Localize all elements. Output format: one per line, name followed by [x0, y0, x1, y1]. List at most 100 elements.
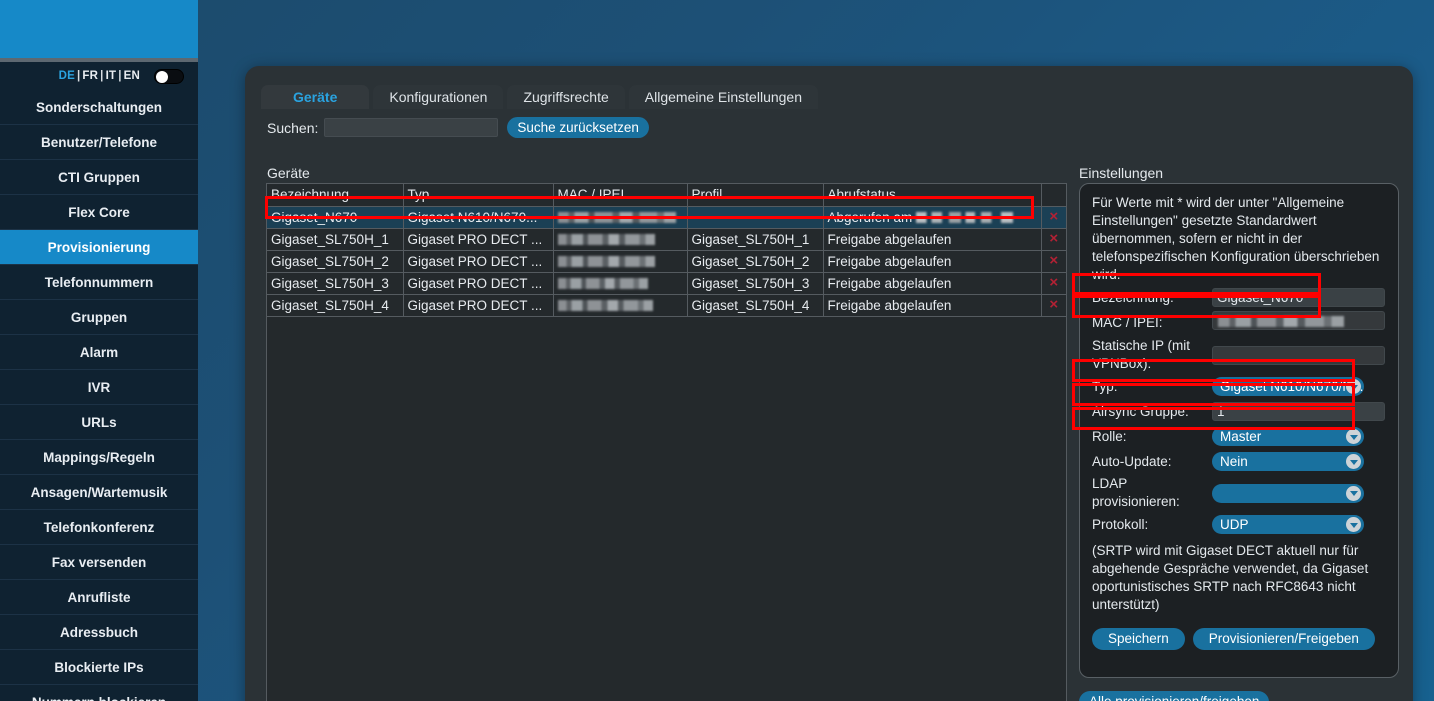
select-value: Nein — [1220, 454, 1248, 469]
language-sep-1: | — [76, 70, 81, 82]
language-it[interactable]: IT — [106, 70, 117, 82]
cell-bezeichnung: Gigaset_SL750H_2 — [267, 250, 404, 273]
sidebar-item-telefonkonferenz[interactable]: Telefonkonferenz — [0, 510, 198, 545]
language-de[interactable]: DE — [59, 70, 75, 82]
provision-release-button[interactable]: Provisionieren/Freigeben — [1192, 627, 1375, 650]
field-label: LDAP provisionieren: — [1092, 476, 1180, 509]
settings-row-airsync-gruppe: Airsync Gruppe: — [1092, 400, 1386, 423]
devices-table: Bezeichnung Typ MAC / IPEI Profil Abrufstatu… — [267, 184, 1067, 317]
field-label: Protokoll: — [1092, 516, 1149, 532]
table-row[interactable]: Gigaset_SL750H_3 Gigaset PRO DECT ... Giga… — [267, 272, 1067, 295]
table-row[interactable]: Gigaset_SL750H_1 Gigaset PRO DECT ... Giga… — [267, 228, 1067, 251]
chevron-down-icon[interactable] — [1346, 454, 1361, 469]
toggle-knob — [156, 70, 168, 83]
cell-mac-ipei — [553, 294, 688, 317]
delete-icon[interactable]: × — [1042, 295, 1067, 315]
devices-column-header[interactable]: Profil — [687, 184, 824, 207]
input-statische-ip-mit-vpnbox[interactable] — [1212, 345, 1385, 365]
input-mac-ipei[interactable] — [1212, 311, 1385, 330]
devices-column-header[interactable]: Typ — [403, 184, 554, 207]
sidebar-item-anrufliste[interactable]: Anrufliste — [0, 580, 198, 615]
provision-all-button[interactable]: Alle provisionieren/freigeben — [1079, 691, 1270, 701]
sidebar-item-ansagen-wartemusik[interactable]: Ansagen/Wartemusik — [0, 475, 198, 510]
sidebar-item-alarm[interactable]: Alarm — [0, 335, 198, 370]
tab-allgemeine-einstellungen[interactable]: Allgemeine Einstellungen — [628, 85, 818, 109]
search-input[interactable] — [324, 118, 499, 137]
cell-abrufstatus: Freigabe abgelaufen — [823, 272, 1042, 295]
field-control — [1212, 402, 1386, 421]
cell-actions: × — [1041, 206, 1067, 229]
delete-icon[interactable]: × — [1042, 273, 1067, 293]
theme-toggle-switch[interactable] — [154, 68, 184, 84]
chevron-down-icon[interactable] — [1346, 517, 1361, 532]
input-bezeichnung[interactable] — [1212, 288, 1385, 307]
chevron-down-icon[interactable] — [1346, 379, 1361, 394]
tab-zugriffsrechte[interactable]: Zugriffsrechte — [507, 85, 625, 109]
abrufstatus-text: Freigabe abgelaufen — [827, 231, 952, 247]
tab-ger-te[interactable]: Geräte — [261, 85, 370, 109]
language-sep-2: | — [100, 70, 104, 82]
language-switcher[interactable]: DE | FR | IT | EN — [59, 70, 140, 82]
devices-column-header[interactable] — [1041, 184, 1067, 207]
sidebar-item-label: Mappings/Regeln — [43, 449, 155, 465]
chevron-down-icon[interactable] — [1346, 485, 1361, 501]
select-protokoll[interactable]: UDP — [1212, 515, 1364, 534]
search-row: Suchen: Suche zurücksetzen — [267, 117, 649, 138]
reset-search-button[interactable]: Suche zurücksetzen — [507, 117, 649, 138]
sidebar-item-benutzer-telefone[interactable]: Benutzer/Telefone — [0, 125, 198, 160]
sidebar-item-telefonnummern[interactable]: Telefonnummern — [0, 265, 198, 300]
sidebar-item-blockierte-ips[interactable]: Blockierte IPs — [0, 650, 198, 685]
sidebar-item-nummern-blockieren[interactable]: Nummern blockieren — [0, 685, 198, 701]
sidebar-item-label: Flex Core — [68, 204, 130, 220]
search-label: Suchen: — [267, 119, 319, 136]
devices-column-header[interactable]: MAC / IPEI — [553, 184, 688, 207]
language-fr[interactable]: FR — [82, 70, 98, 82]
select-ldap-provisionieren[interactable] — [1212, 483, 1364, 503]
redacted-mac — [557, 212, 676, 224]
table-row[interactable]: Gigaset_SL750H_2 Gigaset PRO DECT ... Giga… — [267, 250, 1067, 273]
select-rolle[interactable]: Master — [1212, 427, 1364, 446]
save-button[interactable]: Speichern — [1092, 627, 1185, 650]
sidebar-item-label: Sonderschaltungen — [35, 99, 162, 115]
sidebar-item-label: Blockierte IPs — [54, 659, 144, 675]
sidebar-item-label: Alarm — [79, 344, 119, 360]
settings-row-statische-ip-mit-vpnbox: Statische IP (mit VPNBox): — [1092, 337, 1386, 373]
tab-konfigurationen[interactable]: Konfigurationen — [373, 85, 504, 109]
delete-icon[interactable]: × — [1042, 251, 1067, 271]
table-row[interactable]: Gigaset_N670 Gigaset N610/N670... Abgerufe… — [267, 206, 1067, 229]
devices-column-header[interactable]: Abrufstatus — [823, 184, 1042, 207]
settings-row-auto-update: Auto-Update: Nein — [1092, 450, 1386, 473]
delete-icon[interactable]: × — [1042, 229, 1067, 249]
chevron-down-icon[interactable] — [1346, 429, 1361, 444]
devices-table-body: Gigaset_N670 Gigaset N610/N670... Abgerufe… — [267, 206, 1067, 317]
input-airsync-gruppe[interactable] — [1212, 402, 1385, 421]
sidebar-item-fax-versenden[interactable]: Fax versenden — [0, 545, 198, 580]
settings-panel: Für Werte mit * wird der unter "Allgemei… — [1079, 183, 1399, 678]
redacted-mac — [557, 300, 653, 312]
cell-bezeichnung: Gigaset_SL750H_1 — [267, 228, 404, 251]
settings-fields: Bezeichnung: MAC / IPEI: Statische IP (mit… — [1092, 286, 1386, 536]
select-value: UDP — [1220, 517, 1249, 532]
sidebar-item-ivr[interactable]: IVR — [0, 370, 198, 405]
table-row[interactable]: Gigaset_SL750H_4 Gigaset PRO DECT ... Giga… — [267, 294, 1067, 317]
sidebar-item-sonderschaltungen[interactable]: Sonderschaltungen — [0, 90, 198, 125]
cell-profil: Gigaset_SL750H_1 — [687, 228, 824, 251]
sidebar-item-cti-gruppen[interactable]: CTI Gruppen — [0, 160, 198, 195]
sidebar-item-flex-core[interactable]: Flex Core — [0, 195, 198, 230]
language-sep-3: | — [118, 70, 122, 82]
sidebar-item-mappings-regeln[interactable]: Mappings/Regeln — [0, 440, 198, 475]
sidebar-item-provisionierung[interactable]: Provisionierung — [0, 230, 198, 265]
select-auto-update[interactable]: Nein — [1212, 452, 1364, 471]
app-root: DE | FR | IT | EN Sonderschaltungen Benutzer/Te… — [0, 0, 1434, 701]
devices-column-header[interactable]: Bezeichnung — [267, 184, 404, 207]
sidebar-item-urls[interactable]: URLs — [0, 405, 198, 440]
devices-section-label: Geräte — [267, 165, 310, 181]
language-en[interactable]: EN — [124, 70, 140, 82]
select-typ[interactable]: Gigaset N610/N670/N... — [1212, 377, 1364, 396]
sidebar-item-gruppen[interactable]: Gruppen — [0, 300, 198, 335]
srtp-note-text: (SRTP wird mit Gigaset DECT aktuell nur … — [1092, 543, 1369, 612]
delete-icon[interactable]: × — [1042, 207, 1067, 227]
cell-mac-ipei — [553, 228, 688, 251]
sidebar-item-adressbuch[interactable]: Adressbuch — [0, 615, 198, 650]
field-control: UDP — [1212, 515, 1386, 534]
